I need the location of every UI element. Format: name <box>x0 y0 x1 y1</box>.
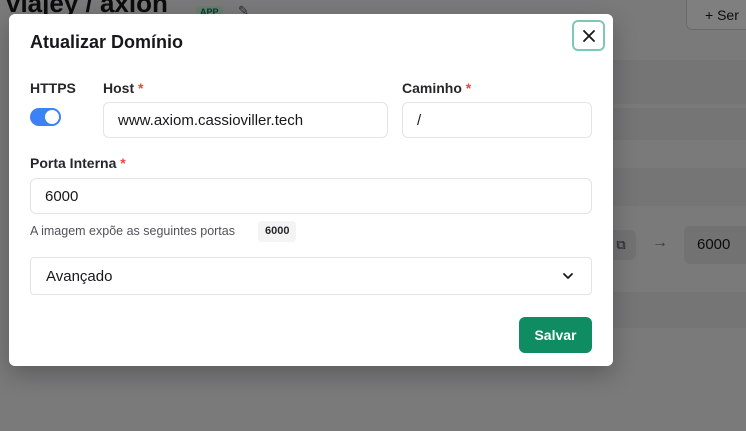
toggle-knob <box>45 110 59 124</box>
path-input[interactable]: / <box>402 102 592 138</box>
required-mark: * <box>465 80 472 96</box>
host-input[interactable]: www.axiom.cassioviller.tech <box>103 102 388 138</box>
path-label-text: Caminho <box>402 80 462 96</box>
chevron-down-icon <box>563 273 573 279</box>
host-label: Host * <box>103 80 143 96</box>
close-button[interactable] <box>572 20 605 51</box>
internal-port-label: Porta Interna * <box>30 155 126 171</box>
update-domain-dialog: Atualizar Domínio HTTPS Host * www.axiom… <box>9 14 613 366</box>
required-mark: * <box>138 80 144 96</box>
host-label-text: Host <box>103 80 135 96</box>
internal-port-label-text: Porta Interna <box>30 155 117 171</box>
path-label: Caminho * <box>402 80 471 96</box>
advanced-accordion[interactable]: Avançado <box>30 257 592 295</box>
close-icon <box>582 29 595 42</box>
exposed-port-chip[interactable]: 6000 <box>258 221 297 242</box>
required-mark: * <box>120 155 126 171</box>
https-toggle[interactable] <box>30 108 61 126</box>
advanced-label: Avançado <box>46 268 113 285</box>
exposed-ports-hint: A imagem expõe as seguintes portas <box>30 224 235 238</box>
https-label: HTTPS <box>30 80 76 96</box>
save-button[interactable]: Salvar <box>519 317 592 353</box>
dialog-title: Atualizar Domínio <box>30 32 184 52</box>
internal-port-input[interactable]: 6000 <box>30 178 592 214</box>
